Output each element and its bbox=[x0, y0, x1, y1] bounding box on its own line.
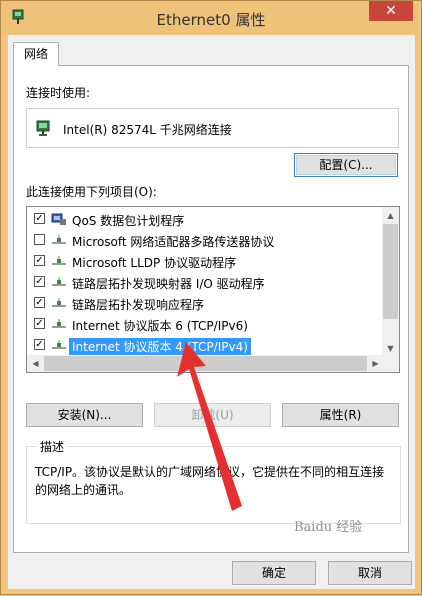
annotation-arrow bbox=[177, 342, 242, 511]
watermark-text: Baidu 经验 bbox=[294, 520, 363, 535]
properties-window: Ethernet0 属性 ✕ 网络 连接时使用: Intel(R) 82574L… bbox=[0, 0, 422, 595]
tab-network[interactable]: 网络 bbox=[13, 42, 59, 66]
